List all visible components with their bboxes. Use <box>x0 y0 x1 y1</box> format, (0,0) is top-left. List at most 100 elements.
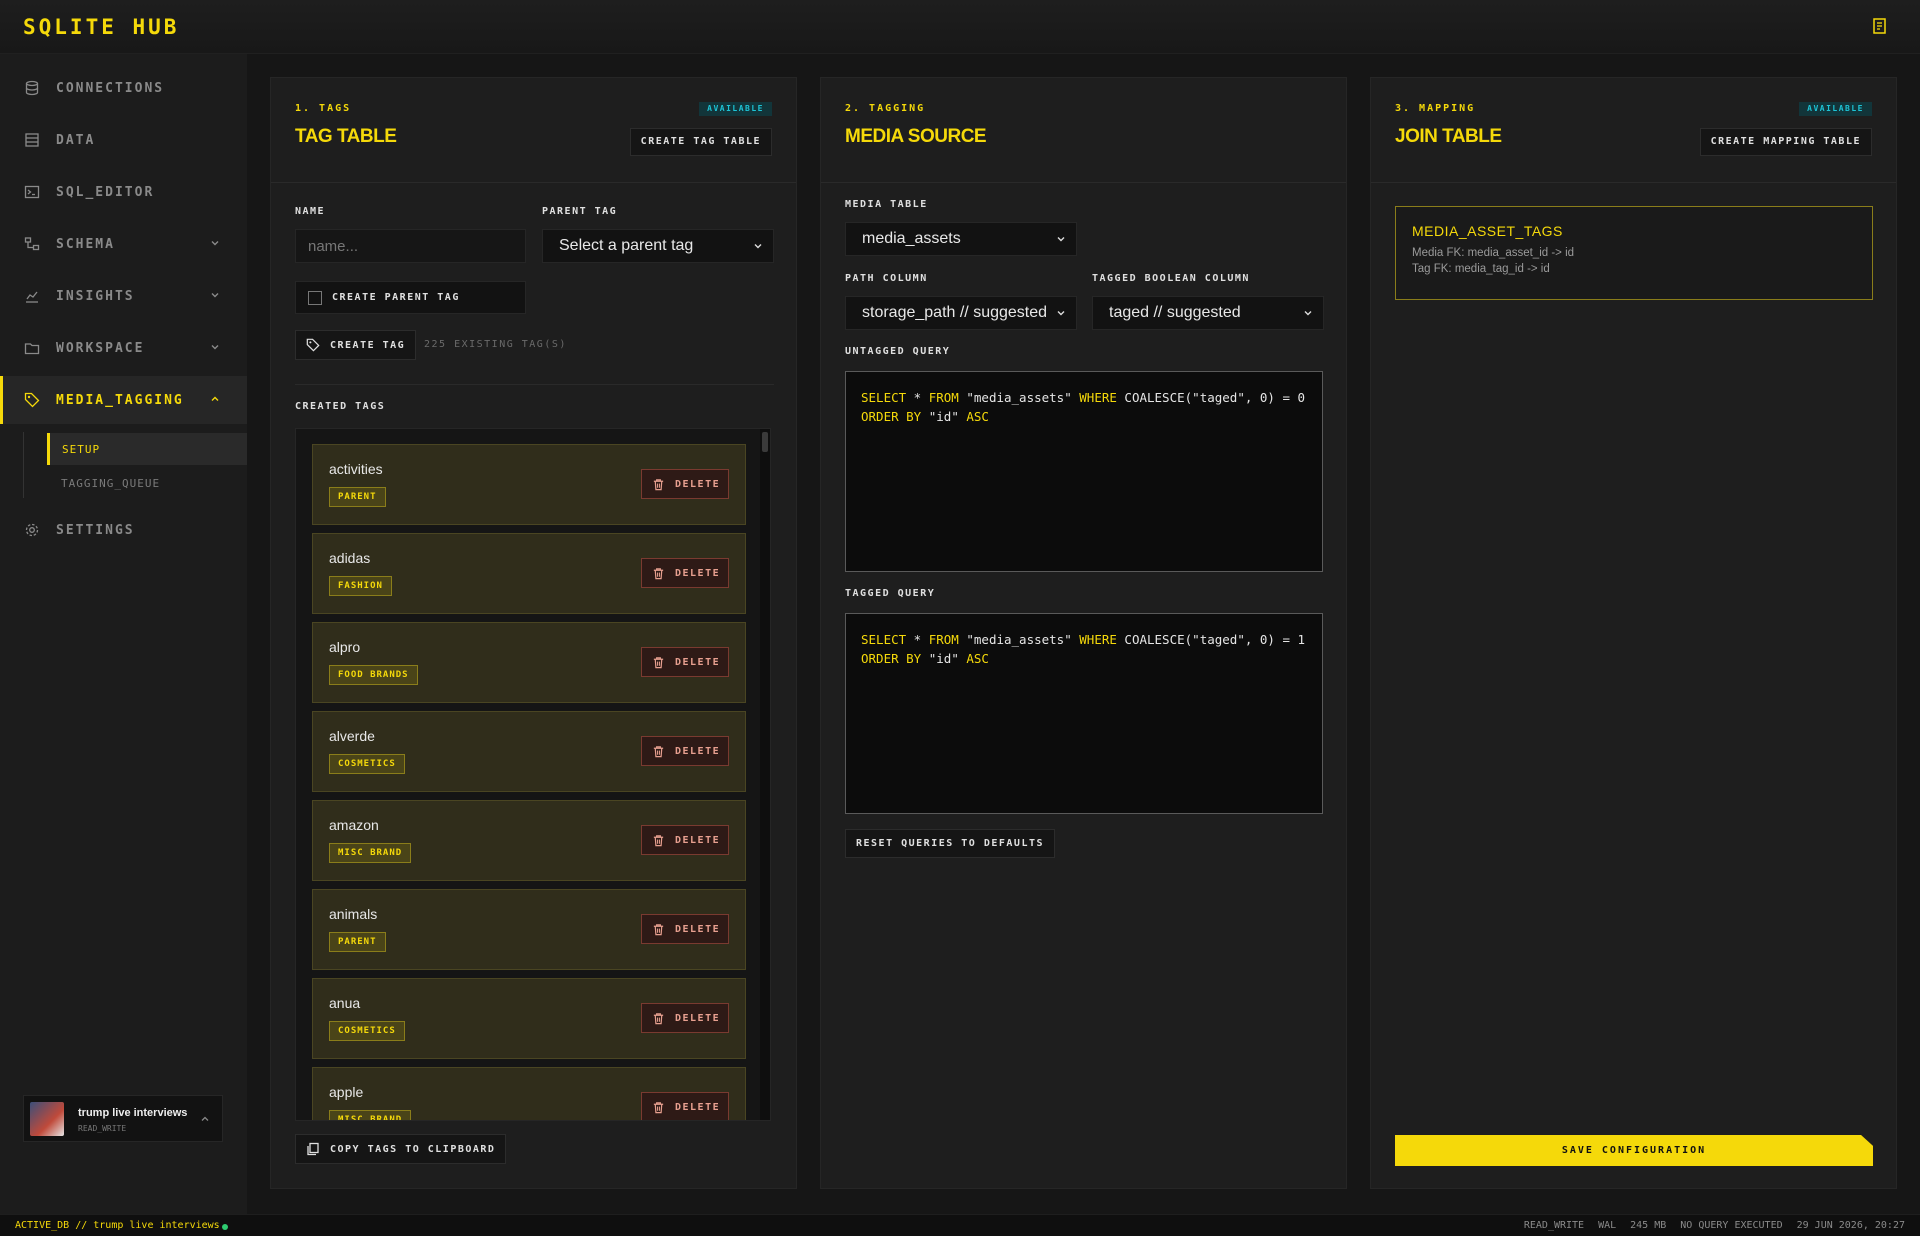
sidebar-item-label: INSIGHTS <box>56 288 135 304</box>
copy-tags-button[interactable]: COPY TAGS TO CLIPBOARD <box>295 1134 507 1164</box>
trash-icon <box>652 656 665 669</box>
reset-queries-button[interactable]: RESET QUERIES TO DEFAULTS <box>845 829 1056 858</box>
sql-keyword: ORDER BY <box>861 651 922 666</box>
delete-button[interactable]: DELETE <box>641 825 729 855</box>
sidebar-item-schema[interactable]: SCHEMA <box>0 220 247 268</box>
panel-title: JOIN TABLE <box>1395 126 1502 147</box>
tag-group-badge: COSMETICS <box>329 1021 405 1041</box>
sidebar-item-settings[interactable]: SETTINGS <box>0 506 247 554</box>
copy-icon <box>306 1142 320 1156</box>
chevron-down-icon <box>1304 311 1312 316</box>
media-fk: Media FK: media_asset_id -> id <box>1412 247 1575 259</box>
delete-button[interactable]: DELETE <box>641 558 729 588</box>
active-db-card[interactable]: trump live interviews READ_WRITE <box>23 1095 223 1142</box>
notes-icon[interactable] <box>1872 18 1888 35</box>
sidebar-subitem-setup[interactable]: SETUP <box>47 433 247 465</box>
list-item: apple MISC BRAND DELETE <box>312 1067 746 1120</box>
tag-group-badge: MISC BRAND <box>329 843 412 863</box>
tag-name: adidas <box>329 550 371 566</box>
trash-icon <box>652 567 665 580</box>
untagged-query-editor[interactable]: SELECT * FROM "media_assets" WHERE COALE… <box>845 371 1323 572</box>
tag-list[interactable]: activities PARENT DELETE adidas FASHION … <box>295 428 771 1121</box>
delete-button[interactable]: DELETE <box>641 1003 729 1033</box>
tag-name: animals <box>329 906 378 922</box>
path-column-value: storage_path // suggested <box>862 304 1048 321</box>
sql-keyword: ORDER BY <box>861 409 922 424</box>
step-label: 1. TAGS <box>295 103 352 114</box>
trash-icon <box>652 478 665 491</box>
create-tag-button[interactable]: CREATE TAG <box>295 330 417 360</box>
tagged-query-label: TAGGED QUERY <box>845 588 936 599</box>
chevron-up-icon[interactable] <box>200 1114 210 1124</box>
sidebar-subitem-tagging-queue[interactable]: TAGGING_QUEUE <box>47 467 247 499</box>
media-table-value: media_assets <box>862 230 961 247</box>
delete-label: DELETE <box>675 923 721 935</box>
tagged-query-editor[interactable]: SELECT * FROM "media_assets" WHERE COALE… <box>845 613 1323 814</box>
sidebar-item-sql-editor[interactable]: SQL_EDITOR <box>0 168 247 216</box>
step-label: 3. MAPPING <box>1395 103 1476 114</box>
tagged-column-select[interactable]: taged // suggested <box>1092 296 1324 330</box>
tag-group-badge: PARENT <box>329 932 386 952</box>
sql-text: * <box>906 390 929 405</box>
chevron-down-icon[interactable] <box>209 341 221 353</box>
delete-label: DELETE <box>675 478 721 490</box>
chevron-down-icon <box>1057 311 1065 316</box>
sidebar-item-label: SETTINGS <box>56 522 135 538</box>
delete-button[interactable]: DELETE <box>641 1092 729 1120</box>
parent-tag-label: PARENT TAG <box>542 206 618 217</box>
tag-name: amazon <box>329 817 379 833</box>
scrollbar-thumb[interactable] <box>762 432 768 452</box>
delete-button[interactable]: DELETE <box>641 736 729 766</box>
name-input[interactable]: name... <box>295 229 526 263</box>
sidebar-item-data[interactable]: DATA <box>0 116 247 164</box>
sql-keyword: SELECT <box>861 632 907 647</box>
delete-button[interactable]: DELETE <box>641 647 729 677</box>
db-mode-status: READ_WRITE <box>1523 1220 1585 1231</box>
untagged-query-label: UNTAGGED QUERY <box>845 346 951 357</box>
step-label: 2. TAGGING <box>845 103 926 114</box>
sql-keyword: ASC <box>966 651 989 666</box>
tag-name: apple <box>329 1084 364 1100</box>
panel-title: TAG TABLE <box>295 126 397 147</box>
parent-tag-select[interactable]: Select a parent tag <box>542 229 774 263</box>
sidebar-item-connections[interactable]: CONNECTIONS <box>0 64 247 112</box>
sql-keyword: FROM <box>928 632 959 647</box>
checkbox[interactable] <box>308 290 322 305</box>
create-parent-tag-checkbox[interactable]: CREATE PARENT TAG <box>295 281 526 314</box>
chevron-up-icon[interactable] <box>209 393 221 405</box>
chevron-down-icon[interactable] <box>209 237 221 249</box>
sidebar-item-label: DATA <box>56 132 96 148</box>
list-item: animals PARENT DELETE <box>312 889 746 970</box>
tag-group-badge: COSMETICS <box>329 754 405 774</box>
sql-keyword: WHERE <box>1079 390 1117 405</box>
sidebar-item-insights[interactable]: INSIGHTS <box>0 272 247 320</box>
tag-group-badge: FOOD BRANDS <box>329 665 418 685</box>
tagging-panel: 2. TAGGING MEDIA SOURCE MEDIA TABLE medi… <box>820 77 1347 1189</box>
sidebar-item-label: WORKSPACE <box>56 340 145 356</box>
chevron-down-icon[interactable] <box>209 289 221 301</box>
create-mapping-table-button[interactable]: CREATE MAPPING TABLE <box>1699 128 1872 156</box>
sql-text: "media_assets" <box>958 632 1080 647</box>
panel-header: 2. TAGGING MEDIA SOURCE <box>821 78 1346 183</box>
sidebar-item-workspace[interactable]: WORKSPACE <box>0 324 247 372</box>
save-configuration-button[interactable]: SAVE CONFIGURATION <box>1395 1135 1873 1166</box>
list-item: alverde COSMETICS DELETE <box>312 711 746 792</box>
sidebar-item-media-tagging[interactable]: MEDIA_TAGGING <box>0 376 247 424</box>
delete-label: DELETE <box>675 834 721 846</box>
tag-name: alpro <box>329 639 361 655</box>
tagged-column-value: taged // suggested <box>1109 304 1241 321</box>
scrollbar[interactable] <box>760 429 770 1120</box>
create-tag-table-button[interactable]: CREATE TAG TABLE <box>629 128 772 156</box>
folder-icon <box>24 340 40 356</box>
query-status: NO QUERY EXECUTED <box>1680 1220 1783 1231</box>
delete-button[interactable]: DELETE <box>641 914 729 944</box>
path-column-select[interactable]: storage_path // suggested <box>845 296 1077 330</box>
tag-group-badge: MISC BRAND <box>329 1110 412 1120</box>
db-size-status: 245 MB <box>1630 1220 1667 1231</box>
checkbox-label: CREATE PARENT TAG <box>332 292 460 303</box>
db-mode: READ_WRITE <box>78 1124 127 1133</box>
delete-button[interactable]: DELETE <box>641 469 729 499</box>
media-table-label: MEDIA TABLE <box>845 199 928 210</box>
tag-name: alverde <box>329 728 375 744</box>
media-table-select[interactable]: media_assets <box>845 222 1077 256</box>
